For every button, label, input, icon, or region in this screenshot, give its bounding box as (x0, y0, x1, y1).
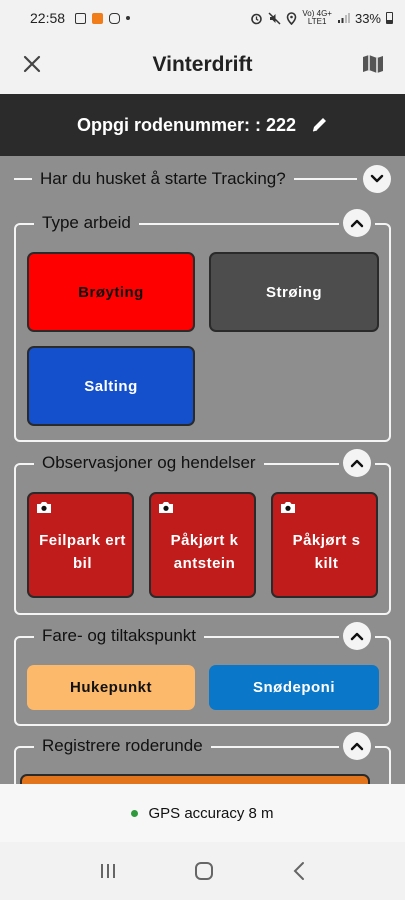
button-label: Snødeponi (253, 679, 335, 696)
instagram-icon (109, 12, 121, 24)
collapse-fare[interactable] (339, 622, 375, 650)
home-icon[interactable] (193, 860, 215, 882)
camera-icon (33, 498, 55, 516)
camera-icon (155, 498, 177, 516)
camera-icon (277, 498, 299, 516)
app-header: Vinterdrift (0, 36, 405, 94)
section-title: Registrere roderunde (34, 734, 211, 758)
section-type-arbeid: Type arbeid Brøyting Strøing Salting (14, 209, 391, 442)
chevron-up-icon (350, 459, 364, 468)
mute-icon (268, 11, 281, 25)
location-icon (287, 11, 297, 25)
section-title: Type arbeid (34, 211, 139, 235)
gps-status-dot (131, 809, 139, 817)
section-observasjoner: Observasjoner og hendelser Feilpark ert … (14, 449, 391, 615)
divider-line (14, 178, 32, 180)
section-title: Observasjoner og hendelser (34, 451, 264, 475)
tracking-expand-button[interactable] (363, 165, 391, 193)
close-icon (23, 55, 41, 73)
chevron-up-icon (350, 742, 364, 751)
status-right: Vo) 4G+ LTE1 33% (250, 10, 393, 26)
tracking-reminder-row[interactable]: Har du husket å starte Tracking? (14, 164, 391, 194)
chevron-down-icon (370, 174, 384, 183)
map-button[interactable] (359, 50, 387, 78)
roderunde-button[interactable] (20, 774, 370, 784)
snødeponi-button[interactable]: Snødeponi (209, 665, 379, 710)
collapse-type-arbeid[interactable] (339, 209, 375, 237)
button-label: Brøyting (78, 283, 144, 301)
feilparkert-bil-button[interactable]: Feilpark ert bil (27, 492, 134, 598)
recent-apps-icon[interactable] (98, 862, 118, 880)
back-icon[interactable] (291, 861, 307, 881)
close-button[interactable] (18, 50, 46, 78)
rode-number-label: Oppgi rodenummer: : 222 (76, 114, 297, 135)
status-bar: 22:58 Vo) 4G+ LTE1 33% (0, 0, 405, 36)
button-label: Salting (84, 377, 138, 395)
app-notification-icon (92, 12, 104, 24)
more-notifications-icon (126, 16, 131, 20)
divider-line (293, 178, 357, 180)
salting-button[interactable]: Salting (27, 346, 195, 426)
chevron-up-icon (350, 632, 364, 641)
button-label: Hukepunkt (69, 679, 152, 696)
collapse-observasjoner[interactable] (339, 449, 375, 477)
strøing-button[interactable]: Strøing (209, 252, 379, 332)
tracking-reminder-text: Har du husket å starte Tracking? (40, 169, 286, 188)
button-label: Strøing (266, 283, 322, 301)
system-navigation-bar (0, 842, 405, 900)
gps-status: GPS accuracy 8 m (0, 784, 405, 842)
påkjørt-kantstein-button[interactable]: Påkjørt k antstein (149, 492, 256, 598)
battery-icon (386, 12, 393, 24)
alarm-icon (251, 13, 263, 24)
hukepunkt-button[interactable]: Hukepunkt (27, 665, 195, 710)
network-indicator: Vo) 4G+ LTE1 (302, 9, 332, 26)
edit-icon[interactable] (310, 116, 328, 134)
collapse-roderunde[interactable] (339, 732, 375, 760)
section-fare-tiltakspunkt: Fare- og tiltakspunkt Hukepunkt Snødepon… (14, 622, 391, 726)
gps-accuracy-text: GPS accuracy 8 m (148, 804, 274, 822)
map-icon (363, 55, 383, 73)
brøyting-button[interactable]: Brøyting (27, 252, 195, 332)
section-title: Fare- og tiltakspunkt (34, 624, 205, 648)
påkjørt-skilt-button[interactable]: Påkjørt s kilt (271, 492, 378, 598)
rode-number-bar[interactable]: Oppgi rodenummer: : 222 (0, 94, 405, 156)
button-label: Påkjørt k antstein (170, 532, 239, 572)
button-label: Feilpark ert bil (39, 532, 126, 572)
status-left: 22:58 (30, 10, 131, 26)
status-time: 22:58 (30, 10, 66, 26)
content-scroll-area[interactable]: Har du husket å starte Tracking? Type ar… (0, 156, 405, 784)
gallery-icon (75, 12, 87, 24)
signal-icon (337, 13, 350, 23)
button-label: Påkjørt s kilt (292, 532, 361, 572)
page-title: Vinterdrift (152, 53, 253, 76)
chevron-up-icon (350, 219, 364, 228)
battery-percent: 33% (354, 10, 381, 26)
